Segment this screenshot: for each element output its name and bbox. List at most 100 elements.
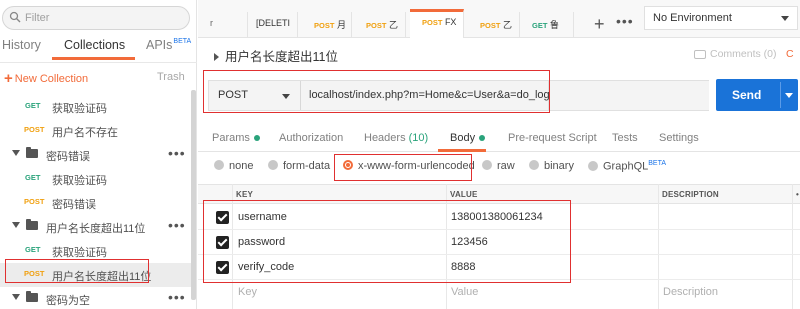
environment-select[interactable]: No Environment <box>644 6 798 30</box>
folder-label: 密码为空 <box>46 295 90 307</box>
checkbox-checked[interactable] <box>216 261 229 274</box>
request-tab[interactable]: r <box>204 12 248 38</box>
more-icon[interactable]: ••• <box>168 145 186 161</box>
request-item[interactable]: GET 获取验证码 <box>0 239 192 263</box>
tab-tests[interactable]: Tests <box>612 132 638 144</box>
key-column-header: KEY <box>236 190 254 199</box>
body-type-form-data[interactable]: form-data <box>268 160 330 176</box>
body-type-binary[interactable]: binary <box>529 160 574 176</box>
request-item[interactable]: GET 获取验证码 <box>0 95 192 119</box>
param-value[interactable]: 123456 <box>451 236 488 248</box>
request-tab[interactable]: POST 乙 <box>466 12 520 38</box>
body-type-label: x-www-form-urlencoded <box>358 160 475 172</box>
sidebar: History Collections APIsBETA +New Collec… <box>0 0 197 309</box>
tab-body[interactable]: Body <box>450 132 486 144</box>
tab-params[interactable]: Params <box>212 132 260 144</box>
request-tab-bar: r [DELETI POST 月 POST 乙 POST FX POST 乙 G… <box>198 0 800 38</box>
new-collection-button[interactable]: + New Collection <box>4 69 88 87</box>
send-button[interactable]: Send <box>716 79 798 111</box>
code-button[interactable]: C <box>786 48 794 60</box>
tab-apis-label: APIs <box>146 38 173 52</box>
request-item-selected[interactable]: POST 用户名长度超出11位 <box>0 263 192 287</box>
plus-icon: + <box>4 70 13 87</box>
more-icon[interactable]: ••• <box>168 217 186 233</box>
method-badge: GET <box>25 245 41 254</box>
folder-label: 密码错误 <box>46 151 90 163</box>
tab-history[interactable]: History <box>2 38 41 52</box>
more-column-icon[interactable]: • <box>796 190 799 199</box>
beta-badge: BETA <box>648 160 667 167</box>
param-key[interactable]: verify_code <box>238 261 294 273</box>
checkbox-checked[interactable] <box>216 211 229 224</box>
url-input[interactable]: localhost/index.php?m=Home&c=User&a=do_l… <box>309 89 558 101</box>
tab-method: GET <box>532 21 548 30</box>
request-label: 用户名不存在 <box>52 127 118 139</box>
request-title-text: 用户名长度超出11位 <box>225 50 338 64</box>
more-tabs-icon[interactable]: ••• <box>616 13 634 29</box>
tab-params-label: Params <box>212 132 250 144</box>
trash-button[interactable]: Trash <box>157 71 185 83</box>
folder-icon <box>26 219 38 230</box>
chevron-down-icon[interactable] <box>785 93 793 98</box>
params-table-header: KEY VALUE DESCRIPTION • <box>198 184 800 204</box>
request-tab-active[interactable]: POST FX <box>410 9 464 38</box>
chevron-down-icon <box>781 16 789 21</box>
value-column-header: VALUE <box>450 190 478 199</box>
body-type-urlencoded[interactable]: x-www-form-urlencoded <box>343 160 475 176</box>
request-tab[interactable]: POST 月 <box>298 12 352 38</box>
request-title[interactable]: 用户名长度超出11位 <box>214 46 338 65</box>
key-placeholder[interactable]: Key <box>238 286 257 298</box>
search-icon <box>9 11 21 23</box>
tab-settings[interactable]: Settings <box>659 132 699 144</box>
more-icon[interactable]: ••• <box>168 289 186 305</box>
tab-authorization[interactable]: Authorization <box>279 132 343 144</box>
folder-item[interactable]: 密码为空 ••• <box>0 287 192 309</box>
caret-right-icon <box>214 53 219 61</box>
tab-apis[interactable]: APIsBETA <box>146 38 191 52</box>
tab-method: POST <box>366 21 387 30</box>
body-type-graphql[interactable]: GraphQLBETA <box>588 160 666 176</box>
body-type-label: form-data <box>283 160 331 172</box>
folder-item[interactable]: 用户名长度超出11位 ••• <box>0 215 192 239</box>
method-badge: POST <box>24 197 45 206</box>
value-placeholder[interactable]: Value <box>451 286 478 298</box>
folder-item[interactable]: 密码错误 ••• <box>0 143 192 167</box>
checkbox-checked[interactable] <box>216 236 229 249</box>
filter-search[interactable] <box>2 6 190 30</box>
param-key[interactable]: username <box>238 211 287 223</box>
request-tab[interactable]: [DELETI <box>248 12 298 38</box>
url-input-extension[interactable] <box>549 80 709 111</box>
request-item[interactable]: POST 用户名不存在 <box>0 119 192 143</box>
tab-method: POST <box>422 18 443 27</box>
tab-pre-request-script[interactable]: Pre-request Script <box>508 132 597 144</box>
sidebar-scrollbar[interactable] <box>191 90 196 300</box>
status-dot <box>479 135 486 142</box>
param-value[interactable]: 8888 <box>451 261 475 273</box>
request-tab[interactable]: GET 鲁 <box>520 12 574 38</box>
comments-button[interactable]: Comments (0) <box>694 48 777 60</box>
filter-input[interactable] <box>25 10 175 26</box>
radio-icon <box>588 160 598 171</box>
tab-headers[interactable]: Headers (10) <box>364 132 428 144</box>
new-tab-plus-icon[interactable]: + <box>594 14 605 35</box>
method-label: POST <box>218 89 248 101</box>
active-tab-underline <box>438 149 486 152</box>
radio-selected-icon <box>343 160 353 170</box>
description-placeholder[interactable]: Description <box>663 286 718 298</box>
body-type-none[interactable]: none <box>214 160 253 176</box>
param-value[interactable]: 138001380061234 <box>451 211 543 223</box>
beta-badge: BETA <box>173 38 192 45</box>
tab-label: [DELETI <box>256 18 291 28</box>
tab-collections[interactable]: Collections <box>64 38 125 52</box>
method-select[interactable]: POST <box>209 81 301 110</box>
body-type-raw[interactable]: raw <box>482 160 515 176</box>
request-item[interactable]: GET 获取验证码 <box>0 167 192 191</box>
request-label: 密码错误 <box>52 199 96 211</box>
folder-icon <box>26 291 38 302</box>
tab-label: r <box>210 18 213 28</box>
request-tab[interactable]: POST 乙 <box>352 12 406 38</box>
caret-down-icon <box>12 150 20 156</box>
param-key[interactable]: password <box>238 236 285 248</box>
request-item[interactable]: POST 密码错误 <box>0 191 192 215</box>
tab-label: 月 <box>336 20 346 30</box>
